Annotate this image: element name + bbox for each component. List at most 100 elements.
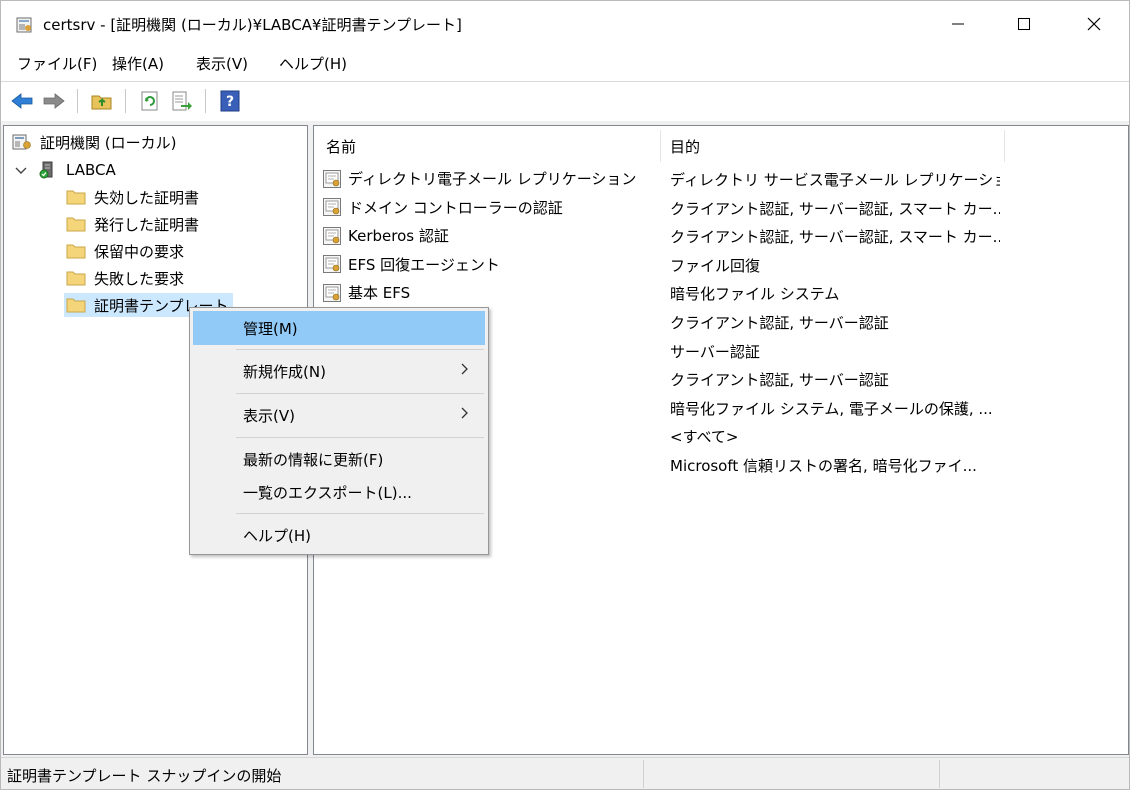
list-cell-name: ドメイン コントローラーの認証: [322, 197, 563, 218]
list-cell-name: Kerberos 認証: [322, 225, 449, 246]
status-bar: 証明書テンプレート スナップインの開始: [1, 757, 1129, 789]
template-name: 基本 EFS: [348, 284, 411, 303]
list-cell-purpose: <すべて>: [670, 428, 739, 447]
context-menu-view[interactable]: 表示(V): [193, 398, 485, 432]
column-header-name[interactable]: 名前: [326, 136, 356, 157]
menu-item-label: ヘルプ(H): [243, 527, 311, 545]
content-area: 証明機関 (ローカル) LABCA 失効した証明書 発行した証明書 保留中の要求…: [1, 121, 1129, 757]
help-icon[interactable]: ?: [217, 88, 243, 114]
column-divider[interactable]: [1004, 130, 1005, 162]
menu-item-label: 表示(V): [243, 407, 295, 425]
list-row[interactable]: ディレクトリ電子メール レプリケーション ディレクトリ サービス電子メール レプリ…: [314, 164, 1128, 192]
folder-icon: [66, 242, 86, 260]
menu-separator: [236, 513, 484, 514]
certificate-authority-icon: [12, 133, 32, 151]
tree-item-failed-requests[interactable]: 失敗した要求: [66, 266, 184, 290]
list-cell-purpose: Microsoft 信頼リストの署名, 暗号化ファイ...: [670, 457, 977, 475]
context-menu: 管理(M) 新規作成(N) 表示(V) 最新の情報に更新(F) 一覧のエクスポー…: [189, 307, 489, 555]
menu-bar: ファイル(F) 操作(A) 表示(V) ヘルプ(H): [1, 49, 1129, 79]
refresh-icon[interactable]: [137, 88, 163, 114]
tree-item-issued-certificates[interactable]: 発行した証明書: [66, 212, 199, 236]
tree-item-label: 保留中の要求: [94, 242, 185, 261]
mmc-window: certsrv - [証明機関 (ローカル)¥LABCA¥証明書テンプレート] …: [0, 0, 1130, 790]
close-button[interactable]: [1071, 1, 1117, 47]
menu-help[interactable]: ヘルプ(H): [279, 53, 347, 74]
certificate-template-icon: [322, 226, 342, 246]
menu-item-label: 一覧のエクスポート(L)...: [243, 484, 412, 502]
up-folder-icon[interactable]: [89, 88, 115, 114]
tree-item-revoked-certificates[interactable]: 失効した証明書: [66, 185, 199, 209]
folder-icon: [66, 269, 86, 287]
context-menu-help[interactable]: ヘルプ(H): [193, 518, 485, 552]
list-row[interactable]: ドメイン コントローラーの認証 クライアント認証, サーバー認証, スマート カー…: [314, 193, 1128, 221]
status-divider: [939, 760, 940, 788]
column-header-purpose[interactable]: 目的: [670, 136, 700, 157]
tree-item-label: 発行した証明書: [94, 215, 200, 234]
maximize-button[interactable]: [1001, 1, 1047, 47]
template-name: ドメイン コントローラーの認証: [348, 198, 563, 217]
tree-item-labca[interactable]: LABCA: [38, 158, 116, 182]
certsrv-app-icon: [15, 15, 35, 35]
list-cell-purpose: クライアント認証, サーバー認証: [670, 371, 889, 390]
list-cell-name: ディレクトリ電子メール レプリケーション: [322, 168, 636, 189]
list-cell-purpose: クライアント認証, サーバー認証: [670, 314, 889, 332]
menu-file[interactable]: ファイル(F): [17, 53, 97, 74]
list-cell-purpose: サーバー認証: [670, 342, 760, 361]
certificate-template-icon: [322, 169, 342, 189]
tree-item-label: 失効した証明書: [94, 188, 200, 207]
list-row[interactable]: Kerberos 認証 クライアント認証, サーバー認証, スマート カー...: [314, 221, 1128, 249]
export-list-icon[interactable]: [169, 88, 195, 114]
context-menu-export-list[interactable]: 一覧のエクスポート(L)...: [193, 475, 485, 509]
tree-item-label: 証明機関 (ローカル): [40, 133, 177, 152]
chevron-right-icon: [461, 362, 471, 376]
certificate-template-icon: [322, 283, 342, 303]
toolbar-separator: [125, 89, 126, 113]
status-divider: [643, 760, 644, 788]
tree-item-label: LABCA: [66, 161, 116, 179]
minimize-button[interactable]: [935, 1, 981, 47]
list-row[interactable]: EFS 回復エージェント ファイル回復: [314, 250, 1128, 278]
tree-item-pending-requests[interactable]: 保留中の要求: [66, 239, 184, 263]
context-menu-new[interactable]: 新規作成(N): [193, 354, 485, 388]
list-cell-purpose: 暗号化ファイル システム: [670, 285, 840, 304]
toolbar-separator: [205, 89, 206, 113]
list-cell-purpose: ファイル回復: [670, 256, 761, 275]
forward-icon[interactable]: [41, 88, 67, 114]
menu-separator: [236, 349, 484, 350]
column-divider[interactable]: [660, 130, 661, 162]
back-icon[interactable]: [9, 88, 35, 114]
template-name: ディレクトリ電子メール レプリケーション: [348, 170, 637, 188]
list-cell-name: EFS 回復エージェント: [322, 254, 500, 275]
menu-item-label: 最新の情報に更新(F): [243, 451, 384, 469]
menu-item-label: 管理(M): [243, 320, 298, 338]
svg-text:?: ?: [226, 94, 234, 110]
certificate-template-icon: [322, 197, 342, 217]
folder-icon: [66, 188, 86, 206]
context-menu-refresh[interactable]: 最新の情報に更新(F): [193, 442, 485, 476]
list-cell-purpose: ディレクトリ サービス電子メール レプリケーション: [670, 171, 1000, 189]
tree-item-root[interactable]: 証明機関 (ローカル): [12, 130, 176, 154]
context-menu-manage[interactable]: 管理(M): [193, 311, 485, 345]
status-text: 証明書テンプレート スナップインの開始: [7, 767, 282, 785]
template-name: EFS 回復エージェント: [348, 255, 500, 274]
certificate-template-icon: [322, 254, 342, 274]
chevron-right-icon: [461, 406, 471, 420]
list-cell-purpose: クライアント認証, サーバー認証, スマート カー...: [670, 199, 1000, 218]
tree-item-label: 失敗した要求: [94, 269, 185, 288]
title-bar[interactable]: certsrv - [証明機関 (ローカル)¥LABCA¥証明書テンプレート]: [1, 1, 1129, 47]
menu-view[interactable]: 表示(V): [196, 53, 248, 74]
list-row[interactable]: 基本 EFS 暗号化ファイル システム: [314, 278, 1128, 306]
list-header: 名前 目的: [314, 126, 1128, 162]
menu-separator: [236, 437, 484, 438]
template-name: Kerberos 認証: [348, 227, 449, 246]
ca-server-icon: [38, 161, 58, 179]
list-cell-purpose: クライアント認証, サーバー認証, スマート カー...: [670, 228, 1000, 247]
menu-action[interactable]: 操作(A): [112, 53, 164, 74]
list-cell-name: 基本 EFS: [322, 282, 410, 303]
menu-item-label: 新規作成(N): [243, 363, 326, 381]
chevron-down-icon[interactable]: [14, 164, 28, 178]
folder-icon: [66, 215, 86, 233]
window-title: certsrv - [証明機関 (ローカル)¥LABCA¥証明書テンプレート]: [43, 16, 462, 34]
list-cell-purpose: 暗号化ファイル システム, 電子メールの保護, ...: [670, 399, 993, 418]
menu-divider: [1, 81, 1129, 82]
